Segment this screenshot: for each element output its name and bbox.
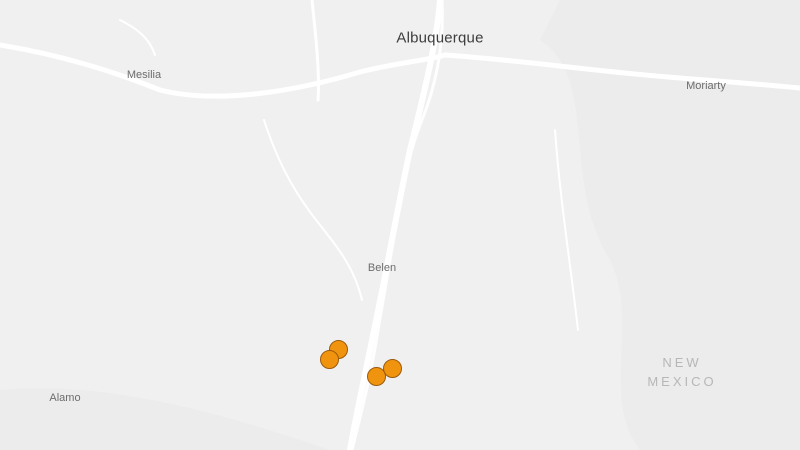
city-label-albuquerque: Albuquerque: [396, 29, 484, 47]
state-label-line-2: MEXICO: [647, 374, 717, 389]
earthquake-marker[interactable]: [367, 367, 386, 386]
city-label-alamo: Alamo: [49, 392, 81, 404]
city-label-mesilia: Mesilia: [126, 69, 162, 81]
map-canvas[interactable]: Albuquerque Moriarty Mesilia Belen Alamo…: [0, 0, 800, 450]
city-label-moriarty: Moriarty: [686, 80, 726, 92]
earthquake-marker[interactable]: [320, 350, 339, 369]
city-label-belen: Belen: [367, 262, 397, 274]
state-label-new-mexico: NEW MEXICO: [647, 353, 716, 391]
state-label-line-1: NEW: [662, 355, 702, 370]
